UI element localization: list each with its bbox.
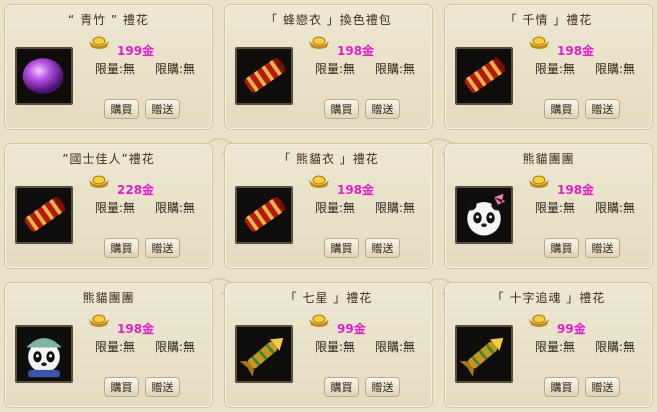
gift-button[interactable]: 贈送	[145, 238, 180, 258]
item-price: 198金	[337, 183, 375, 197]
shop-item-card: “ 青竹 ” 禮花 199金 限量:無 限購:無 購買 贈送	[4, 4, 213, 130]
shop-item-card: 「 十字追魂 」禮花 99金 限量:無 限購:無 購買 贈送	[444, 282, 653, 408]
limit-purchase-label: 限購:無	[595, 201, 636, 215]
limit-quantity-label: 限量:無	[535, 340, 576, 354]
limit-quantity-label: 限量:無	[95, 201, 136, 215]
buy-button[interactable]: 購買	[104, 238, 139, 258]
shop-item-card: 熊貓團團 198金 限量:無 限購:無 購買 贈送	[4, 282, 213, 408]
item-price: 99金	[557, 322, 586, 336]
limit-quantity-label: 限量:無	[315, 340, 356, 354]
limit-purchase-label: 限購:無	[375, 201, 416, 215]
item-title: “ 青竹 ” 禮花	[68, 13, 149, 27]
gift-button[interactable]: 贈送	[145, 377, 180, 397]
firework-tube-icon[interactable]	[455, 47, 513, 105]
purple-gem-icon[interactable]	[15, 47, 73, 105]
gift-button[interactable]: 贈送	[585, 238, 620, 258]
gold-ingot-icon	[309, 175, 329, 188]
shop-item-card: 「 七星 」禮花 99金 限量:無 限購:無 購買 贈送	[224, 282, 433, 408]
limit-quantity-label: 限量:無	[535, 201, 576, 215]
limit-purchase-label: 限購:無	[155, 62, 196, 76]
item-title: 「 十字追魂 」禮花	[491, 291, 606, 305]
gold-ingot-icon	[309, 36, 329, 49]
limit-quantity-label: 限量:無	[95, 340, 136, 354]
buy-button[interactable]: 購買	[104, 377, 139, 397]
limit-purchase-label: 限購:無	[375, 340, 416, 354]
limit-purchase-label: 限購:無	[375, 62, 416, 76]
item-title: 「 熊貓衣 」禮花	[278, 152, 379, 166]
gift-button[interactable]: 贈送	[585, 377, 620, 397]
golden-rocket-icon[interactable]	[235, 325, 293, 383]
firework-tube-icon[interactable]	[235, 186, 293, 244]
gold-ingot-icon	[529, 175, 549, 188]
limit-purchase-label: 限購:無	[595, 62, 636, 76]
limit-quantity-label: 限量:無	[95, 62, 136, 76]
shop-item-card: 「 熊貓衣 」禮花 198金 限量:無 限購:無 購買 贈送	[224, 143, 433, 269]
buy-button[interactable]: 購買	[104, 99, 139, 119]
buy-button[interactable]: 購買	[324, 377, 359, 397]
shop-item-card: 「 蜂戀衣 」換色禮包 198金 限量:無 限購:無 購買 贈送	[224, 4, 433, 130]
limit-purchase-label: 限購:無	[155, 340, 196, 354]
item-price: 198金	[557, 183, 595, 197]
gift-button[interactable]: 贈送	[365, 238, 400, 258]
item-title: ”國士佳人”禮花	[62, 152, 155, 166]
buy-button[interactable]: 購買	[544, 238, 579, 258]
gold-ingot-icon	[529, 314, 549, 327]
panda-green-hat-icon[interactable]	[15, 325, 73, 383]
item-price: 198金	[557, 44, 595, 58]
item-price: 198金	[117, 322, 155, 336]
item-title: 熊貓團團	[522, 152, 575, 166]
shop-item-card: 熊貓團團 198金 限量:無 限購:無 購買 贈送	[444, 143, 653, 269]
limit-quantity-label: 限量:無	[315, 201, 356, 215]
buy-button[interactable]: 購買	[544, 377, 579, 397]
item-title: 「 千情 」禮花	[504, 13, 593, 27]
item-price: 228金	[117, 183, 155, 197]
golden-rocket-icon[interactable]	[455, 325, 513, 383]
panda-pink-bow-icon[interactable]	[455, 186, 513, 244]
firework-tube-icon[interactable]	[235, 47, 293, 105]
item-title: 熊貓團團	[82, 291, 135, 305]
limit-purchase-label: 限購:無	[595, 340, 636, 354]
buy-button[interactable]: 購買	[544, 99, 579, 119]
gift-button[interactable]: 贈送	[365, 99, 400, 119]
item-price: 199金	[117, 44, 155, 58]
limit-purchase-label: 限購:無	[155, 201, 196, 215]
shop-item-grid: “ 青竹 ” 禮花 199金 限量:無 限購:無 購買 贈送 「 蜂戀衣 」換色…	[0, 0, 657, 412]
gold-ingot-icon	[89, 36, 109, 49]
gold-ingot-icon	[529, 36, 549, 49]
gift-button[interactable]: 贈送	[365, 377, 400, 397]
gold-ingot-icon	[309, 314, 329, 327]
shop-item-card: 「 千情 」禮花 198金 限量:無 限購:無 購買 贈送	[444, 4, 653, 130]
item-title: 「 蜂戀衣 」換色禮包	[265, 13, 392, 27]
shop-item-card: ”國士佳人”禮花 228金 限量:無 限購:無 購買 贈送	[4, 143, 213, 269]
buy-button[interactable]: 購買	[324, 238, 359, 258]
gift-button[interactable]: 贈送	[145, 99, 180, 119]
item-price: 99金	[337, 322, 366, 336]
limit-quantity-label: 限量:無	[315, 62, 356, 76]
gold-ingot-icon	[89, 314, 109, 327]
item-price: 198金	[337, 44, 375, 58]
firework-tube-icon[interactable]	[15, 186, 73, 244]
gold-ingot-icon	[89, 175, 109, 188]
buy-button[interactable]: 購買	[324, 99, 359, 119]
limit-quantity-label: 限量:無	[535, 62, 576, 76]
item-title: 「 七星 」禮花	[284, 291, 373, 305]
gift-button[interactable]: 贈送	[585, 99, 620, 119]
